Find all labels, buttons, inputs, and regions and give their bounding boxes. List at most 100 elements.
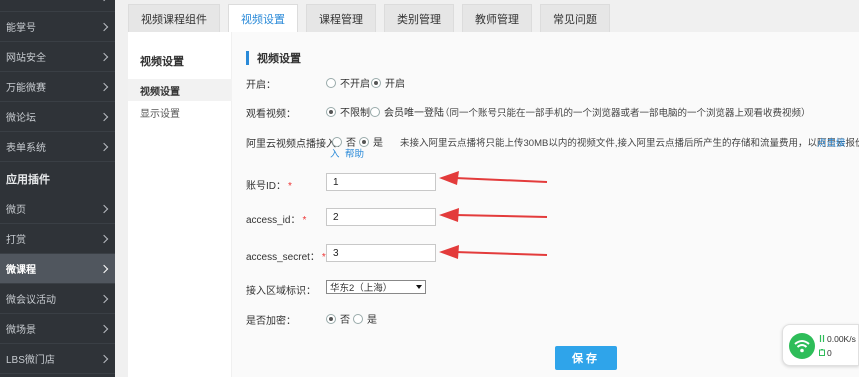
sidebar-item-label: 打赏 [6,235,26,246]
network-speed-widget[interactable]: 0.00K/s 0 [782,324,859,366]
chevron-right-icon [99,294,109,303]
sidebar-item-label: LBS微门店 [6,355,55,366]
watch-option-unlimited[interactable]: 不限制 [326,104,370,119]
subnav-title: 视频设置 [140,56,184,68]
chevron-right-icon [99,204,109,213]
sidebar-item-2[interactable]: 万能微赛 [0,72,115,102]
aliyun-connect-link-cont[interactable]: 入 [330,146,340,160]
sidebar-item-plugin-1[interactable]: 打赏 [0,224,115,254]
chevron-right-icon [99,52,109,61]
watch-label: 观看视频： [246,109,296,120]
chevron-right-icon [99,234,109,243]
sidebar-item-label: 表单系统 [6,143,46,154]
left-sidebar: 能掌号 网站安全 万能微赛 微论坛 表单系统 应用插件 微页 打赏 微课程 微会… [0,0,115,377]
chevron-right-icon [99,354,109,363]
required-mark: * [288,181,292,192]
sidebar-item-plugin-2[interactable]: 微课程 [0,254,115,284]
radio-checked-icon[interactable] [326,313,336,324]
option-label: 开启 [385,79,405,90]
aliyun-connect-link[interactable]: 点击接 [817,135,846,149]
encrypt-option-yes[interactable]: 是 [353,311,377,326]
aliyun-note: 未接入阿里云点播将只能上传30MB以内的视频文件,接入阿里云点播后所产生的存储和… [400,138,859,149]
option-label: 不限制 [340,108,370,119]
sidebar-item-label: 网站安全 [6,53,46,64]
settings-form: 视频设置 开启： 不开启 开启 观看视频： 不限制 会员唯一登陆 （同一个账号只… [232,32,859,377]
sidebar-item-1[interactable]: 网站安全 [0,42,115,72]
option-label: 会员唯一登陆 [384,108,444,119]
option-label: 是 [367,315,377,326]
battery-icon [819,349,825,356]
annotation-arrow-3 [439,245,548,259]
sidebar-item-plugin-4[interactable]: 微场景 [0,314,115,344]
up-down-arrows-icon [819,335,825,342]
option-label: 是 [373,138,383,149]
sidebar-item-label: 微场景 [6,325,36,336]
option-label: 否 [340,315,350,326]
enable-label: 开启： [246,80,276,91]
sidebar-item-label: 能掌号 [6,23,36,34]
radio-icon[interactable] [370,106,380,117]
access-secret-input[interactable]: 3 [326,244,436,262]
tab-course-management[interactable]: 课程管理 [306,4,376,32]
access-id-label: access_id： * [246,211,306,226]
access-secret-label: access_secret： * [246,248,326,263]
radio-icon[interactable] [326,77,336,88]
sidebar-item-4[interactable]: 表单系统 [0,132,115,162]
sidebar-item-label: 微课程 [6,265,36,276]
chevron-right-icon [99,0,109,1]
option-label: 不开启 [340,79,370,90]
select-value: 华东2（上海） [330,283,393,294]
watch-option-member-only[interactable]: 会员唯一登陆 [370,104,444,119]
label-text: access_id： [246,215,301,226]
section-title: 视频设置 [246,51,301,65]
region-select[interactable]: 华东2（上海） [326,280,426,294]
region-label: 接入区域标识： [246,286,316,297]
sidebar-item-plugin-5[interactable]: LBS微门店 [0,344,115,374]
tab-category-management[interactable]: 类别管理 [384,4,454,32]
account-id-label: 账号ID： * [246,177,292,192]
label-text: 账号ID： [246,181,286,192]
aliyun-help-link[interactable]: 帮助 [345,146,364,160]
label-text: access_secret： [246,252,320,263]
sidebar-item-plugin-3[interactable]: 微会议活动 [0,284,115,314]
content-panel: 视频设置 视频设置 显示设置 视频设置 开启： 不开启 开启 观看视频： 不限制… [128,32,859,377]
enable-option-off[interactable]: 不开启 [326,75,370,90]
enable-option-on[interactable]: 开启 [371,75,405,90]
annotation-arrow-2 [439,208,548,222]
sidebar-item-label: 微页 [6,205,26,216]
tab-faq[interactable]: 常见问题 [540,4,610,32]
sidebar-section-title: 应用插件 [6,174,50,186]
save-button[interactable]: 保存 [555,346,617,370]
chevron-right-icon [99,264,109,273]
sidebar-item-label: 微会议活动 [6,295,56,306]
chevron-right-icon [99,22,109,31]
sidebar-item-3[interactable]: 微论坛 [0,102,115,132]
subnav-item-display-settings[interactable]: 显示设置 [128,101,232,123]
account-id-input[interactable]: 1 [326,173,436,191]
sub-navigation: 视频设置 视频设置 显示设置 [128,32,232,377]
radio-checked-icon[interactable] [371,77,381,88]
upload-speed: 0.00K/s [827,334,856,344]
sidebar-item-plugin-0[interactable]: 微页 [0,194,115,224]
encrypt-label: 是否加密： [246,316,296,327]
chevron-right-icon [99,324,109,333]
chevron-right-icon [99,112,109,121]
radio-icon[interactable] [353,313,363,324]
sidebar-item-label: 微论坛 [6,113,36,124]
tab-video-course-component[interactable]: 视频课程组件 [128,4,220,32]
encrypt-option-no[interactable]: 否 [326,311,350,326]
radio-icon[interactable] [332,136,342,147]
chevron-right-icon [99,142,109,151]
sidebar-item-0[interactable]: 能掌号 [0,12,115,42]
chevron-down-icon [416,285,422,289]
tab-bar: 视频课程组件 视频设置 课程管理 类别管理 教师管理 常见问题 [128,4,618,32]
chevron-right-icon [99,82,109,91]
radio-checked-icon[interactable] [359,136,369,147]
sidebar-item-cut[interactable] [0,0,115,12]
radio-checked-icon[interactable] [326,106,336,117]
access-id-input[interactable]: 2 [326,208,436,226]
wifi-icon [789,333,815,359]
tab-video-settings[interactable]: 视频设置 [228,4,298,32]
subnav-item-video-settings[interactable]: 视频设置 [128,79,232,101]
tab-teacher-management[interactable]: 教师管理 [462,4,532,32]
